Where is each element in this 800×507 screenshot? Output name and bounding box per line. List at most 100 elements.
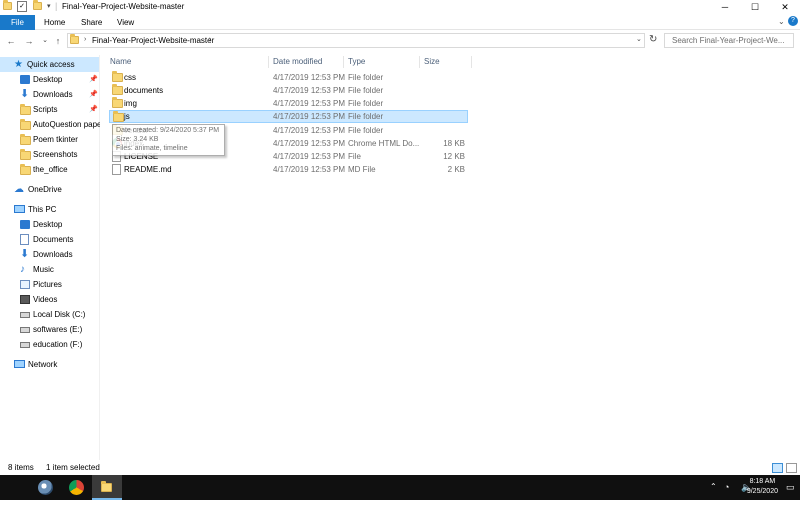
status-item-count: 8 items — [8, 463, 34, 472]
properties-icon[interactable]: ✓ — [17, 1, 27, 12]
back-arrow-icon[interactable]: ← — [4, 34, 18, 48]
recent-locations-icon[interactable]: ⌄ — [38, 34, 52, 48]
forward-arrow-icon[interactable]: → — [22, 34, 36, 48]
customize-quick-access-icon[interactable]: ▾ — [47, 2, 51, 10]
column-header-date[interactable]: Date modified — [273, 56, 322, 68]
nav-label: This PC — [28, 205, 57, 214]
computer-icon — [14, 205, 25, 213]
nav-pc-downloads[interactable]: ⬇ Downloads — [0, 247, 100, 262]
file-type: File folder — [348, 126, 384, 135]
nav-pc-softwares-e[interactable]: softwares (E:) — [0, 322, 100, 337]
nav-pc-education-f[interactable]: education (F:) — [0, 337, 100, 352]
nav-label: softwares (E:) — [33, 325, 83, 334]
nav-pc-music[interactable]: ♪ Music — [0, 262, 100, 277]
document-icon — [20, 234, 29, 245]
file-date: 4/17/2019 12:53 PM — [273, 152, 346, 161]
nav-quick-screenshots[interactable]: Screenshots — [0, 147, 100, 162]
notifications-icon[interactable]: ▭ — [786, 482, 795, 507]
expand-ribbon-icon[interactable]: ⌄ — [778, 17, 785, 26]
nav-label: Videos — [33, 295, 58, 304]
column-header-name[interactable]: Name — [110, 56, 131, 68]
nav-label: Pictures — [33, 280, 62, 289]
file-date: 4/17/2019 12:53 PM — [273, 99, 346, 108]
file-name: README.md — [124, 165, 172, 174]
column-divider[interactable] — [268, 56, 269, 68]
nav-quick-poem[interactable]: Poem tkinter — [0, 132, 100, 147]
star-icon: ★ — [14, 59, 23, 70]
nav-quick-scripts[interactable]: Scripts 📌 — [0, 102, 100, 117]
show-hidden-icons-icon[interactable]: ⌃ — [710, 482, 717, 507]
file-date: 4/17/2019 12:53 PM — [273, 126, 346, 135]
nav-onedrive[interactable]: ☁ OneDrive — [0, 182, 100, 197]
file-type: File folder — [348, 73, 384, 82]
nav-label: education (F:) — [33, 340, 83, 349]
nav-quick-desktop[interactable]: Desktop 📌 — [0, 72, 100, 87]
clock[interactable]: 8:18 AM 9/25/2020 — [747, 477, 778, 497]
app-icon[interactable] — [38, 480, 53, 495]
nav-label: Desktop — [33, 220, 63, 229]
nav-quick-access[interactable]: ★ Quick access — [0, 57, 99, 72]
nav-quick-the-office[interactable]: the_office — [0, 162, 100, 177]
new-folder-icon[interactable] — [33, 0, 43, 12]
nav-pc-desktop[interactable]: Desktop — [0, 217, 100, 232]
minimize-button[interactable]: ─ — [710, 0, 740, 15]
title-divider: | — [55, 1, 58, 11]
nav-label: OneDrive — [28, 185, 62, 194]
details-view-icon[interactable] — [772, 463, 783, 473]
large-icons-view-icon[interactable] — [786, 463, 797, 473]
start-button[interactable] — [0, 475, 28, 500]
column-header-type[interactable]: Type — [348, 56, 365, 68]
desktop-icon — [20, 220, 30, 229]
column-divider[interactable] — [471, 56, 472, 68]
file-row-selected[interactable]: js 4/17/2019 12:53 PM File folder — [109, 110, 468, 123]
address-dropdown-icon[interactable]: ⌄ — [636, 35, 642, 43]
file-date: 4/17/2019 12:53 PM — [273, 165, 346, 174]
chevron-right-icon[interactable]: › — [84, 36, 86, 43]
network-icon — [14, 360, 25, 368]
search-placeholder[interactable]: Search Final-Year-Project-We... — [672, 36, 785, 45]
tab-home[interactable]: Home — [38, 15, 71, 30]
tab-share[interactable]: Share — [75, 15, 108, 30]
window-title: Final-Year-Project-Website-master — [62, 2, 185, 11]
file-row[interactable]: documents 4/17/2019 12:53 PM File folder — [109, 84, 468, 97]
chevron-right-icon[interactable]: › — [209, 36, 211, 43]
nav-pc-pictures[interactable]: Pictures — [0, 277, 100, 292]
file-row[interactable]: README.md 4/17/2019 12:53 PM MD File 2 K… — [109, 163, 468, 176]
nav-label: Scripts — [33, 105, 58, 114]
nav-network[interactable]: Network — [0, 357, 100, 372]
column-divider[interactable] — [419, 56, 420, 68]
nav-label: Downloads — [33, 90, 73, 99]
wifi-icon[interactable]: ◔ — [724, 482, 729, 507]
file-type: MD File — [348, 165, 376, 174]
folder-icon — [3, 0, 13, 12]
address-path[interactable]: Final-Year-Project-Website-master — [92, 36, 214, 45]
nav-pc-videos[interactable]: Videos — [0, 292, 100, 307]
nav-pc-documents[interactable]: Documents — [0, 232, 100, 247]
close-button[interactable]: ✕ — [770, 0, 800, 15]
file-explorer-taskbar-button[interactable] — [92, 475, 122, 500]
tab-view[interactable]: View — [111, 15, 140, 30]
nav-label: Local Disk (C:) — [33, 310, 86, 319]
nav-pc-local-disk-c[interactable]: Local Disk (C:) — [0, 307, 100, 322]
file-date: 4/17/2019 12:53 PM — [273, 139, 346, 148]
refresh-icon[interactable]: ↻ — [649, 34, 657, 45]
chrome-taskbar-icon[interactable] — [69, 480, 84, 495]
maximize-button[interactable]: ☐ — [740, 0, 770, 15]
nav-label: Network — [28, 360, 58, 369]
nav-label: Music — [33, 265, 54, 274]
up-arrow-icon[interactable]: ↑ — [51, 34, 65, 48]
column-divider[interactable] — [343, 56, 344, 68]
file-name: documents — [124, 86, 164, 95]
file-type: File folder — [348, 86, 384, 95]
file-row[interactable]: css 4/17/2019 12:53 PM File folder — [109, 71, 468, 84]
nav-quick-autoquestion[interactable]: AutoQuestion pape — [0, 117, 100, 132]
nav-quick-downloads[interactable]: ⬇ Downloads 📌 — [0, 87, 100, 102]
help-icon[interactable]: ? — [788, 16, 798, 26]
tab-file[interactable]: File — [0, 15, 35, 30]
file-row[interactable]: img 4/17/2019 12:53 PM File folder — [109, 97, 468, 110]
column-header-size[interactable]: Size — [424, 56, 440, 68]
file-date: 4/17/2019 12:53 PM — [273, 86, 346, 95]
nav-this-pc[interactable]: This PC — [0, 202, 100, 217]
nav-label: AutoQuestion pape — [33, 120, 100, 129]
folder-icon — [70, 34, 79, 46]
